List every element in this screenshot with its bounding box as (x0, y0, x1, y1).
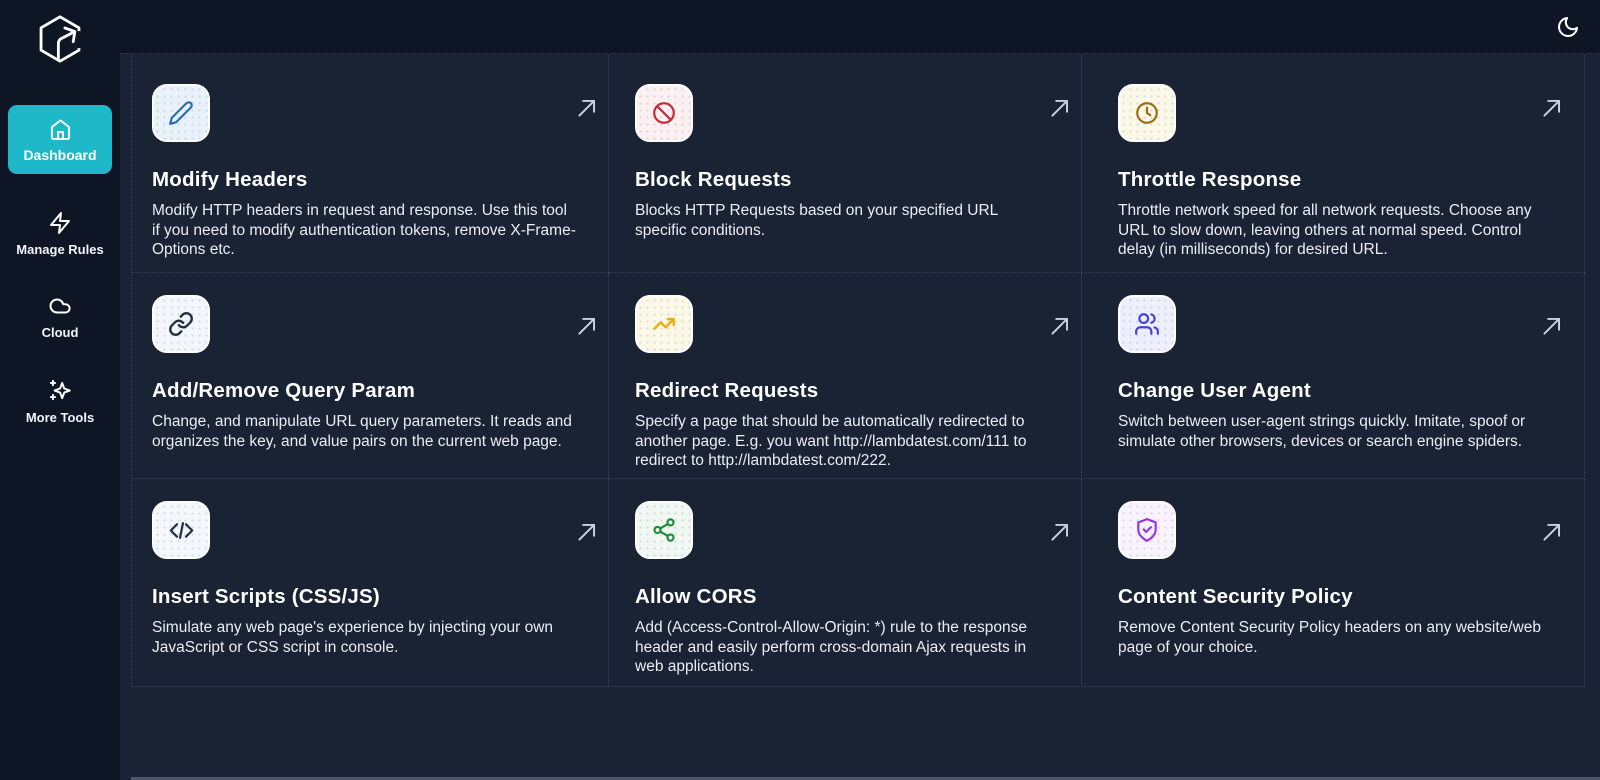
tool-title: Insert Scripts (CSS/JS) (152, 585, 578, 609)
sidebar-item-more-tools[interactable]: More Tools (0, 377, 120, 425)
clock-icon (1134, 100, 1160, 126)
top-header (120, 0, 1600, 54)
tool-title: Redirect Requests (635, 379, 1051, 403)
tool-title: Throttle Response (1118, 168, 1554, 192)
tool-title: Add/Remove Query Param (152, 379, 578, 403)
link-icon (168, 311, 194, 337)
tool-title: Change User Agent (1118, 379, 1554, 403)
tool-icon-tile (635, 501, 693, 559)
tool-description: Change, and manipulate URL query paramet… (152, 412, 578, 451)
sidebar-item-label: Manage Rules (0, 242, 120, 257)
code-icon (168, 517, 195, 544)
tool-card-change-user-agent[interactable]: Change User Agent Switch between user-ag… (1082, 273, 1585, 479)
tool-icon-tile (635, 295, 693, 353)
tool-title: Block Requests (635, 168, 1051, 192)
sidebar-item-cloud[interactable]: Cloud (0, 294, 120, 340)
tool-icon-tile (1118, 501, 1176, 559)
trending-up-icon (651, 311, 677, 337)
shield-check-icon (1134, 517, 1160, 543)
tool-title: Allow CORS (635, 585, 1051, 609)
theme-toggle-button[interactable] (1554, 13, 1582, 41)
tool-card-insert-scripts[interactable]: Insert Scripts (CSS/JS) Simulate any web… (132, 479, 609, 687)
sidebar-item-label: Dashboard (8, 147, 112, 163)
moon-icon (1556, 15, 1580, 39)
sidebar: Dashboard Manage Rules Cloud More Tools (0, 0, 120, 780)
sidebar-item-dashboard[interactable]: Dashboard (8, 105, 112, 174)
cloud-icon (47, 294, 73, 318)
open-link-icon[interactable] (1047, 313, 1073, 339)
sidebar-item-manage-rules[interactable]: Manage Rules (0, 211, 120, 257)
tool-description: Blocks HTTP Requests based on your speci… (635, 201, 1051, 240)
tool-card-allow-cors[interactable]: Allow CORS Add (Access-Control-Allow-Ori… (609, 479, 1082, 687)
tool-icon-tile (635, 84, 693, 142)
tool-icon-tile (152, 501, 210, 559)
app-logo[interactable] (0, 0, 120, 65)
open-link-icon[interactable] (1539, 95, 1565, 121)
tool-card-modify-headers[interactable]: Modify Headers Modify HTTP headers in re… (132, 55, 609, 273)
tool-description: Remove Content Security Policy headers o… (1118, 618, 1554, 657)
open-link-icon[interactable] (574, 519, 600, 545)
open-link-icon[interactable] (574, 313, 600, 339)
tool-card-query-param[interactable]: Add/Remove Query Param Change, and manip… (132, 273, 609, 479)
open-link-icon[interactable] (1047, 95, 1073, 121)
sidebar-item-label: More Tools (0, 410, 120, 425)
home-icon (49, 118, 72, 141)
tool-description: Switch between user-agent strings quickl… (1118, 412, 1554, 451)
tool-card-block-requests[interactable]: Block Requests Blocks HTTP Requests base… (609, 55, 1082, 273)
block-icon (651, 100, 677, 126)
tool-icon-tile (152, 84, 210, 142)
tool-description: Modify HTTP headers in request and respo… (152, 201, 578, 260)
tool-description: Simulate any web page's experience by in… (152, 618, 578, 657)
users-icon (1134, 311, 1160, 337)
open-link-icon[interactable] (1047, 519, 1073, 545)
tools-grid: Modify Headers Modify HTTP headers in re… (131, 55, 1584, 687)
tool-card-redirect-requests[interactable]: Redirect Requests Specify a page that sh… (609, 273, 1082, 479)
tool-card-content-security-policy[interactable]: Content Security Policy Remove Content S… (1082, 479, 1585, 687)
hexagon-arrow-logo-icon (34, 13, 86, 65)
tool-card-throttle-response[interactable]: Throttle Response Throttle network speed… (1082, 55, 1585, 273)
tool-icon-tile (152, 295, 210, 353)
pencil-icon (168, 100, 194, 126)
sparkles-icon (47, 377, 73, 403)
tool-description: Specify a page that should be automatica… (635, 412, 1051, 471)
open-link-icon[interactable] (1539, 519, 1565, 545)
tool-title: Modify Headers (152, 168, 578, 192)
sidebar-item-label: Cloud (0, 325, 120, 340)
tool-description: Throttle network speed for all network r… (1118, 201, 1554, 260)
share-icon (651, 517, 677, 543)
zap-icon (48, 211, 72, 235)
tool-icon-tile (1118, 84, 1176, 142)
tool-description: Add (Access-Control-Allow-Origin: *) rul… (635, 618, 1051, 677)
tool-title: Content Security Policy (1118, 585, 1554, 609)
tools-dashboard: Modify Headers Modify HTTP headers in re… (120, 55, 1600, 780)
tool-icon-tile (1118, 295, 1176, 353)
open-link-icon[interactable] (574, 95, 600, 121)
open-link-icon[interactable] (1539, 313, 1565, 339)
